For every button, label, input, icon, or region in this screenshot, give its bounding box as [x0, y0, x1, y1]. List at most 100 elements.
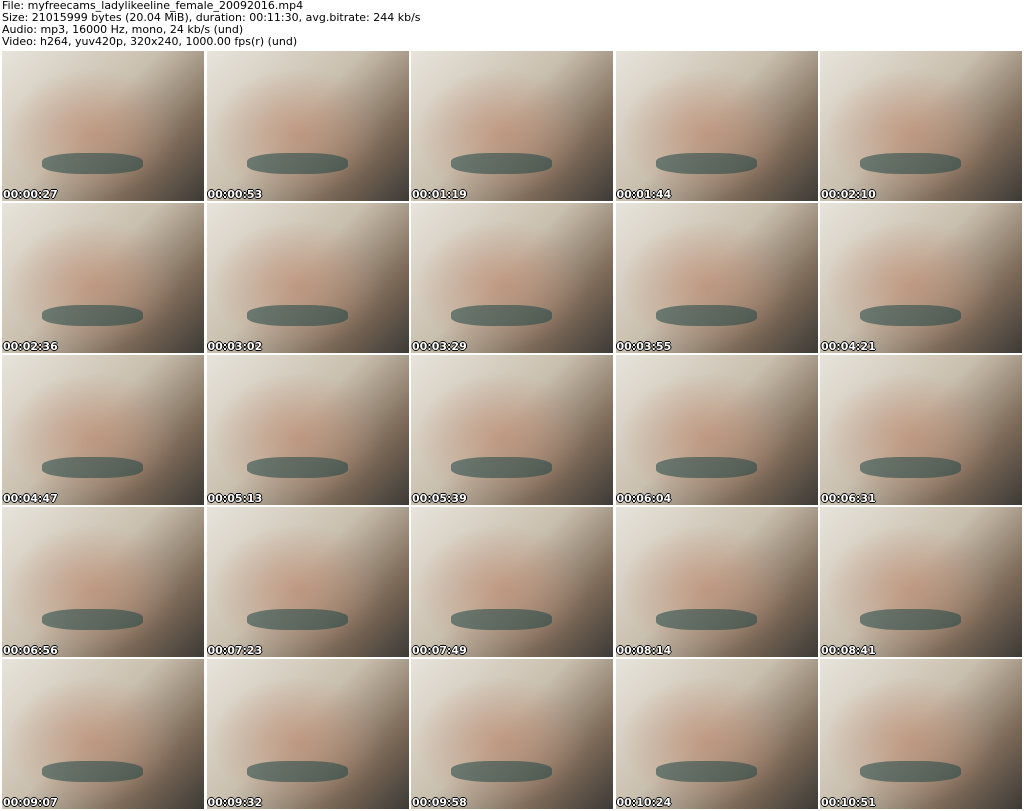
video-thumbnail: 00:03:02 — [206, 203, 409, 353]
thumbnail-detail — [860, 305, 962, 326]
thumbnail-detail — [860, 457, 962, 478]
thumbnail-detail — [246, 457, 348, 478]
thumbnail-detail — [655, 609, 757, 630]
thumbnail-image — [615, 51, 818, 201]
thumbnail-detail — [655, 457, 757, 478]
thumbnail-image — [206, 203, 409, 353]
thumbnail-detail — [451, 305, 553, 326]
thumbnail-image — [411, 507, 613, 657]
thumbnail-image — [615, 203, 818, 353]
thumbnail-detail — [655, 153, 757, 174]
thumbnail-detail — [246, 609, 348, 630]
timestamp: 00:00:53 — [207, 188, 263, 201]
video-thumbnail: 00:05:13 — [206, 355, 409, 505]
video-thumbnail: 00:06:31 — [820, 355, 1022, 505]
timestamp: 00:08:14 — [616, 644, 672, 657]
video-thumbnail: 00:03:29 — [411, 203, 613, 353]
thumbnail-detail — [42, 761, 144, 782]
thumbnail-image — [615, 659, 818, 809]
video-thumbnail: 00:09:32 — [206, 659, 409, 809]
timestamp: 00:02:36 — [3, 340, 58, 353]
thumbnail-image — [411, 203, 613, 353]
video-thumbnail: 00:09:07 — [2, 659, 204, 809]
video-thumbnail: 00:10:24 — [615, 659, 818, 809]
thumbnail-detail — [860, 153, 962, 174]
timestamp: 00:08:41 — [821, 644, 876, 657]
timestamp: 00:02:10 — [821, 188, 876, 201]
video-thumbnail: 00:01:19 — [411, 51, 613, 201]
video-thumbnail: 00:05:39 — [411, 355, 613, 505]
file-info-header: File: myfreecams_ladylikeeline_female_20… — [2, 0, 421, 48]
thumbnail-detail — [246, 153, 348, 174]
video-thumbnail: 00:00:27 — [2, 51, 204, 201]
thumbnail-image — [2, 507, 204, 657]
timestamp: 00:09:07 — [3, 796, 58, 809]
timestamp: 00:07:23 — [207, 644, 263, 657]
thumbnail-detail — [246, 305, 348, 326]
timestamp: 00:06:31 — [821, 492, 876, 505]
video-thumbnail: 00:04:47 — [2, 355, 204, 505]
video-thumbnail: 00:02:36 — [2, 203, 204, 353]
thumbnail-image — [820, 659, 1022, 809]
video-thumbnail: 00:08:14 — [615, 507, 818, 657]
thumbnail-image — [411, 659, 613, 809]
thumbnail-detail — [451, 153, 553, 174]
thumbnail-image — [615, 355, 818, 505]
thumbnail-detail — [42, 609, 144, 630]
video-thumbnail: 00:09:58 — [411, 659, 613, 809]
timestamp: 00:05:39 — [412, 492, 467, 505]
timestamp: 00:04:21 — [821, 340, 876, 353]
timestamp: 00:07:49 — [412, 644, 467, 657]
video-thumbnail: 00:08:41 — [820, 507, 1022, 657]
thumbnail-detail — [860, 609, 962, 630]
thumbnail-detail — [246, 761, 348, 782]
timestamp: 00:01:44 — [616, 188, 672, 201]
timestamp: 00:03:55 — [616, 340, 672, 353]
thumbnail-image — [206, 355, 409, 505]
timestamp: 00:06:56 — [3, 644, 58, 657]
thumbnail-image — [820, 51, 1022, 201]
thumbnail-image — [411, 355, 613, 505]
timestamp: 00:06:04 — [616, 492, 672, 505]
thumbnail-image — [206, 659, 409, 809]
thumbnail-image — [2, 203, 204, 353]
thumbnail-image — [2, 51, 204, 201]
thumbnail-detail — [655, 305, 757, 326]
thumbnail-detail — [42, 305, 144, 326]
thumbnail-image — [615, 507, 818, 657]
video-info: Video: h264, yuv420p, 320x240, 1000.00 f… — [2, 35, 298, 48]
thumbnail-detail — [42, 153, 144, 174]
thumbnail-image — [2, 659, 204, 809]
video-thumbnail: 00:04:21 — [820, 203, 1022, 353]
thumbnail-detail — [451, 761, 553, 782]
thumbnail-image — [820, 355, 1022, 505]
thumbnail-detail — [451, 457, 553, 478]
timestamp: 00:04:47 — [3, 492, 58, 505]
video-thumbnail: 00:02:10 — [820, 51, 1022, 201]
thumbnail-detail — [860, 761, 962, 782]
thumbnail-detail — [655, 761, 757, 782]
timestamp: 00:10:24 — [616, 796, 672, 809]
video-thumbnail: 00:06:04 — [615, 355, 818, 505]
video-thumbnail: 00:06:56 — [2, 507, 204, 657]
video-thumbnail: 00:07:23 — [206, 507, 409, 657]
video-thumbnail: 00:10:51 — [820, 659, 1022, 809]
timestamp: 00:05:13 — [207, 492, 263, 505]
thumbnail-image — [206, 51, 409, 201]
thumbnail-grid: 00:00:27 00:00:53 00:01:19 00:01:44 00:02:10… — [2, 51, 1022, 809]
video-thumbnail: 00:03:55 — [615, 203, 818, 353]
timestamp: 00:01:19 — [412, 188, 467, 201]
thumbnail-detail — [451, 609, 553, 630]
thumbnail-image — [820, 507, 1022, 657]
thumbnail-image — [820, 203, 1022, 353]
timestamp: 00:09:32 — [207, 796, 263, 809]
thumbnail-image — [2, 355, 204, 505]
thumbnail-detail — [42, 457, 144, 478]
video-thumbnail: 00:00:53 — [206, 51, 409, 201]
timestamp: 00:00:27 — [3, 188, 58, 201]
timestamp: 00:10:51 — [821, 796, 876, 809]
timestamp: 00:09:58 — [412, 796, 467, 809]
video-thumbnail: 00:07:49 — [411, 507, 613, 657]
thumbnail-image — [411, 51, 613, 201]
timestamp: 00:03:29 — [412, 340, 467, 353]
